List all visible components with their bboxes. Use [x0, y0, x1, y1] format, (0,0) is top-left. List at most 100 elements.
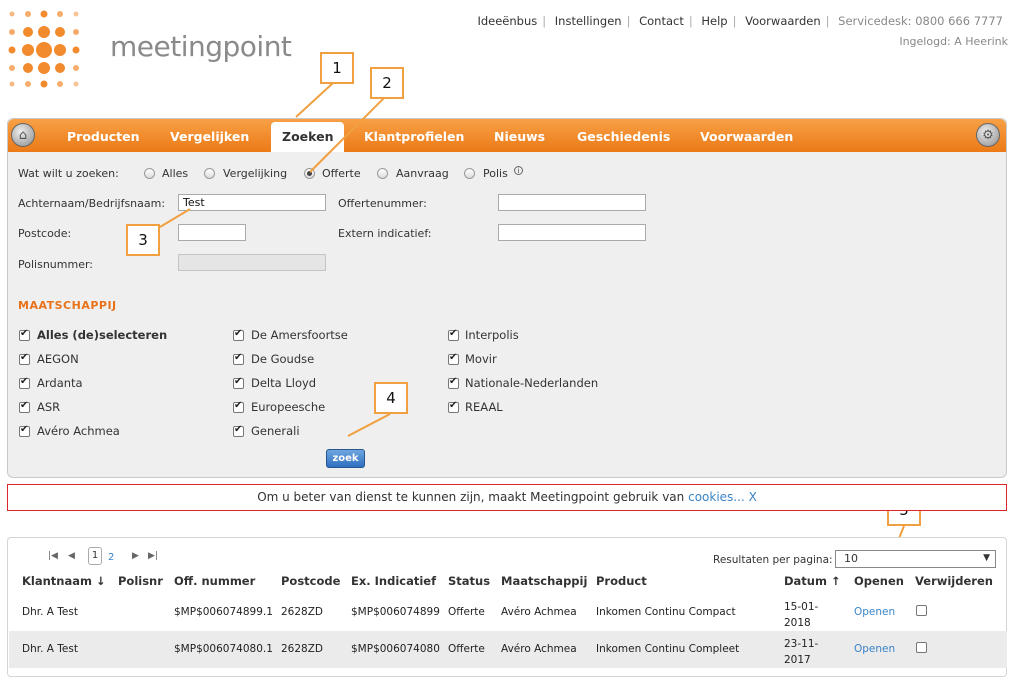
checkbox-select-all[interactable] — [19, 328, 30, 341]
checkbox-aegon[interactable] — [19, 352, 30, 365]
postcode-input[interactable] — [178, 224, 246, 241]
next-page-icon[interactable]: ▶ — [132, 551, 139, 561]
checkbox-label: Ardanta — [37, 376, 83, 390]
col-klantnaam[interactable]: Klantnaam ↓ — [22, 574, 106, 588]
offertenummer-input[interactable] — [498, 194, 646, 211]
search-type-label: Wat wilt u zoeken: — [18, 167, 119, 180]
checkbox-label: De Goudse — [251, 352, 315, 366]
page-2[interactable]: 2 — [108, 552, 114, 563]
info-icon[interactable]: i — [514, 166, 523, 175]
checkbox-de-amersfoortse[interactable] — [233, 328, 244, 341]
col-ex-indicatief[interactable]: Ex. Indicatief — [351, 574, 436, 588]
table-row: Dhr. A Test $MP$006074080.1 2628ZD $MP$0… — [9, 631, 1007, 668]
checkbox-label: Movir — [465, 352, 497, 366]
tab-producten[interactable]: Producten — [67, 129, 140, 144]
per-page-label: Resultaten per pagina: — [713, 554, 833, 566]
col-polisnr[interactable]: Polisnr — [118, 574, 163, 588]
meetingpoint-logo-dots — [8, 10, 80, 88]
link-voorwaarden[interactable]: Voorwaarden — [745, 14, 820, 28]
home-icon[interactable]: ⌂ — [11, 123, 35, 147]
col-off-nummer[interactable]: Off. nummer — [174, 574, 255, 588]
cookie-bar: Om u beter van dienst te kunnen zijn, ma… — [7, 484, 1007, 511]
polisnummer-label: Polisnummer: — [18, 258, 93, 271]
radio-aanvraag-label: Aanvraag — [396, 167, 449, 180]
radio-vergelijking[interactable] — [204, 168, 215, 179]
tab-klantprofielen[interactable]: Klantprofielen — [364, 129, 464, 144]
extern-indicatief-input[interactable] — [498, 224, 646, 241]
checkbox-ardanta[interactable] — [19, 376, 30, 389]
checkbox-label: Avéro Achmea — [37, 424, 120, 438]
cell-datum: 15-01-2018 — [784, 601, 819, 629]
page-1[interactable]: 1 — [88, 547, 102, 565]
checkbox-asr[interactable] — [19, 400, 30, 413]
cell-maatschappij: Avéro Achmea — [501, 606, 577, 618]
col-openen: Openen — [854, 574, 904, 588]
checkbox-reaal[interactable] — [448, 400, 459, 413]
checkbox-label: Nationale-Nederlanden — [465, 376, 599, 390]
cell-product: Inkomen Continu Compact — [596, 606, 736, 618]
results-panel: |◀ ◀ 1 2 ▶ ▶| Resultaten per pagina: 10 … — [7, 537, 1007, 677]
col-maatschappij[interactable]: Maatschappij — [501, 574, 587, 588]
prev-page-icon[interactable]: ◀ — [68, 551, 75, 561]
checkbox-movir[interactable] — [448, 352, 459, 365]
tab-voorwaarden[interactable]: Voorwaarden — [700, 129, 793, 144]
col-product[interactable]: Product — [596, 574, 647, 588]
radio-polis[interactable] — [464, 168, 475, 179]
checkbox-delta-lloyd[interactable] — [233, 376, 244, 389]
link-ideeenbus[interactable]: Ideeënbus — [477, 14, 537, 28]
radio-alles[interactable] — [144, 168, 155, 179]
cookies-link[interactable]: cookies... — [688, 490, 745, 504]
col-verwijderen: Verwijderen — [915, 574, 993, 588]
checkbox-label: Europeesche — [251, 400, 326, 414]
first-page-icon[interactable]: |◀ — [48, 551, 58, 561]
verwijderen-checkbox[interactable] — [916, 642, 927, 653]
last-page-icon[interactable]: ▶| — [148, 551, 158, 561]
gear-icon[interactable]: ⚙ — [976, 123, 1000, 147]
checkbox-interpolis[interactable] — [448, 328, 459, 341]
checkbox-nationale-nederlanden[interactable] — [448, 376, 459, 389]
checkbox-generali[interactable] — [233, 424, 244, 437]
tab-vergelijken[interactable]: Vergelijken — [170, 129, 249, 144]
checkbox-de-goudse[interactable] — [233, 352, 244, 365]
checkbox-avero-achmea[interactable] — [19, 424, 30, 437]
col-status[interactable]: Status — [448, 574, 490, 588]
callout-4: 4 — [374, 382, 408, 414]
top-links: Ideeënbus | Instellingen | Contact | Help | … — [477, 14, 1003, 28]
col-postcode[interactable]: Postcode — [281, 574, 340, 588]
cell-postcode: 2628ZD — [281, 643, 323, 655]
main-nav: ⌂ Producten Vergelijken Zoeken Klantprof… — [8, 119, 1006, 152]
checkbox-label: Generali — [251, 424, 300, 438]
link-help[interactable]: Help — [701, 14, 727, 28]
postcode-label: Postcode: — [18, 227, 72, 240]
cell-klantnaam: Dhr. A Test — [22, 643, 78, 655]
link-instellingen[interactable]: Instellingen — [555, 14, 622, 28]
tab-nieuws[interactable]: Nieuws — [494, 129, 545, 144]
checkbox-europeesche[interactable] — [233, 400, 244, 413]
cell-off-nummer: $MP$006074080.1 — [174, 643, 273, 655]
name-input[interactable]: Test — [178, 194, 326, 211]
extern-indicatief-label: Extern indicatief: — [338, 227, 432, 240]
cookie-text: Om u beter van dienst te kunnen zijn, ma… — [257, 490, 685, 504]
tab-zoeken[interactable]: Zoeken — [271, 122, 345, 152]
zoek-button[interactable]: zoek — [326, 449, 365, 468]
cell-ex-indicatief: $MP$006074899 — [351, 606, 440, 618]
cell-postcode: 2628ZD — [281, 606, 323, 618]
per-page-select[interactable]: 10 ▼ — [835, 550, 996, 568]
col-datum[interactable]: Datum ↑ — [784, 574, 841, 588]
verwijderen-checkbox[interactable] — [916, 605, 927, 616]
checkbox-label: REAAL — [465, 400, 503, 414]
cell-status: Offerte — [448, 643, 485, 655]
radio-aanvraag[interactable] — [377, 168, 388, 179]
tab-geschiedenis[interactable]: Geschiedenis — [577, 129, 670, 144]
checkbox-label: De Amersfoortse — [251, 328, 348, 342]
callout-1: 1 — [320, 52, 354, 84]
radio-offerte[interactable] — [304, 168, 315, 179]
openen-link[interactable]: Openen — [854, 643, 895, 655]
cell-maatschappij: Avéro Achmea — [501, 643, 577, 655]
radio-offerte-label: Offerte — [322, 167, 361, 180]
link-contact[interactable]: Contact — [639, 14, 684, 28]
radio-vergelijking-label: Vergelijking — [223, 167, 288, 180]
cookie-close-button[interactable]: X — [749, 490, 757, 504]
openen-link[interactable]: Openen — [854, 606, 895, 618]
checkbox-label: Delta Lloyd — [251, 376, 317, 390]
